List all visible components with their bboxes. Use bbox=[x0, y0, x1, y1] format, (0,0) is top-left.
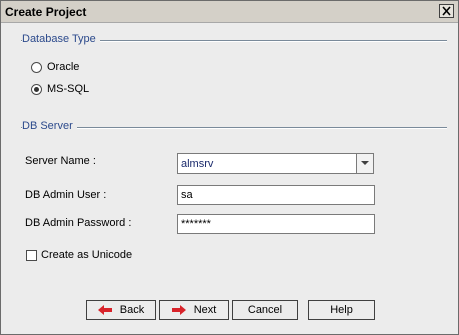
cancel-button-label: Cancel bbox=[247, 304, 283, 316]
help-button-label: Help bbox=[330, 304, 353, 316]
title-bar: Create Project bbox=[1, 1, 458, 23]
server-name-label: Server Name : bbox=[25, 155, 96, 167]
help-button[interactable]: Help bbox=[308, 300, 375, 320]
create-as-unicode-checkbox[interactable] bbox=[26, 249, 37, 261]
arrow-left-icon bbox=[97, 305, 112, 315]
close-icon bbox=[442, 6, 451, 16]
db-server-divider bbox=[21, 127, 447, 129]
close-button[interactable] bbox=[439, 4, 454, 18]
arrow-right-icon bbox=[171, 305, 186, 315]
window-title: Create Project bbox=[5, 5, 87, 19]
create-as-unicode-label: Create as Unicode bbox=[41, 249, 133, 261]
database-type-section-label: Database Type bbox=[22, 33, 100, 45]
chevron-down-icon bbox=[361, 161, 369, 165]
next-button-label: Next bbox=[193, 304, 217, 316]
mssql-radio-label: MS-SQL bbox=[47, 83, 90, 95]
db-admin-user-input[interactable] bbox=[177, 185, 375, 205]
create-project-dialog: Create Project Database Type Oracle MS-S… bbox=[0, 0, 459, 335]
radio-mssql[interactable]: MS-SQL bbox=[31, 82, 89, 96]
create-as-unicode-checkbox-row[interactable]: Create as Unicode bbox=[26, 248, 132, 262]
radio-oracle[interactable]: Oracle bbox=[31, 60, 79, 74]
oracle-radio-button[interactable] bbox=[31, 61, 42, 73]
next-button[interactable]: Next bbox=[159, 300, 229, 320]
back-button[interactable]: Back bbox=[86, 300, 156, 320]
cancel-button[interactable]: Cancel bbox=[232, 300, 298, 320]
db-admin-password-label: DB Admin Password : bbox=[25, 217, 132, 229]
mssql-radio-button[interactable] bbox=[31, 83, 42, 95]
server-name-dropdown-button[interactable] bbox=[356, 154, 373, 173]
oracle-radio-label: Oracle bbox=[47, 61, 80, 73]
db-server-section-label: DB Server bbox=[22, 120, 77, 132]
server-name-combobox[interactable]: almsrv bbox=[177, 153, 374, 174]
db-admin-password-input[interactable] bbox=[177, 214, 375, 234]
server-name-value: almsrv bbox=[181, 158, 214, 170]
back-button-label: Back bbox=[119, 304, 145, 316]
db-admin-user-label: DB Admin User : bbox=[25, 189, 107, 201]
